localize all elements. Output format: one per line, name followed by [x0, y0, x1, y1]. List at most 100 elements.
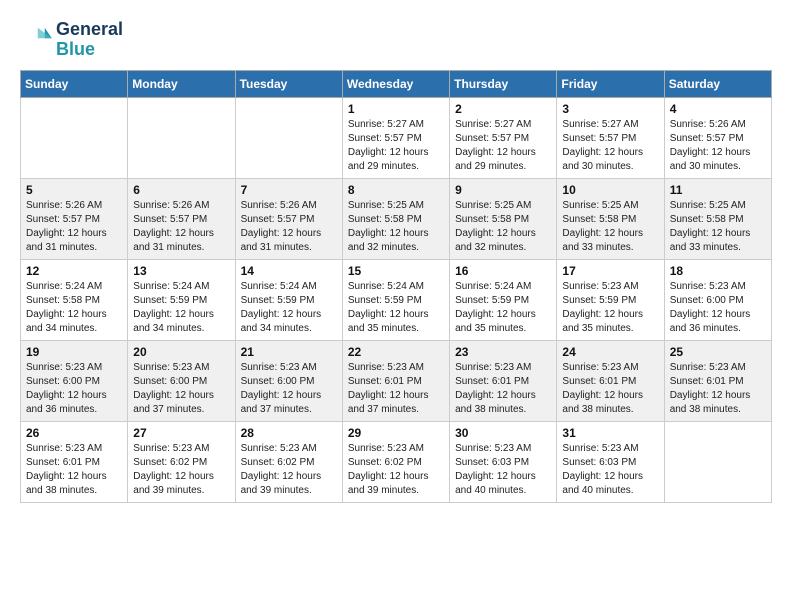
day-number: 3: [562, 102, 658, 116]
day-number: 31: [562, 426, 658, 440]
day-info: Sunrise: 5:25 AM Sunset: 5:58 PM Dayligh…: [670, 199, 766, 255]
day-cell: 13Sunrise: 5:24 AM Sunset: 5:59 PM Dayli…: [128, 259, 235, 340]
day-info: Sunrise: 5:23 AM Sunset: 6:01 PM Dayligh…: [670, 361, 766, 417]
col-header-wednesday: Wednesday: [342, 70, 449, 97]
day-number: 7: [241, 183, 337, 197]
col-header-saturday: Saturday: [664, 70, 771, 97]
day-number: 4: [670, 102, 766, 116]
day-info: Sunrise: 5:26 AM Sunset: 5:57 PM Dayligh…: [133, 199, 229, 255]
day-cell: 29Sunrise: 5:23 AM Sunset: 6:02 PM Dayli…: [342, 421, 449, 502]
day-number: 24: [562, 345, 658, 359]
day-number: 5: [26, 183, 122, 197]
day-cell: 30Sunrise: 5:23 AM Sunset: 6:03 PM Dayli…: [450, 421, 557, 502]
day-cell: 9 Sunrise: 5:25 AM Sunset: 5:58 PM Daylig…: [450, 178, 557, 259]
day-cell: 2 Sunrise: 5:27 AM Sunset: 5:57 PM Daylig…: [450, 97, 557, 178]
day-info: Sunrise: 5:24 AM Sunset: 5:59 PM Dayligh…: [241, 280, 337, 336]
day-info: Sunrise: 5:23 AM Sunset: 6:00 PM Dayligh…: [26, 361, 122, 417]
day-cell: 14 Sunrise: 5:24 AM Sunset: 5:59 PM Dayli…: [235, 259, 342, 340]
day-info: Sunrise: 5:23 AM Sunset: 6:01 PM Dayligh…: [348, 361, 444, 417]
day-number: 2: [455, 102, 551, 116]
day-cell: 6 Sunrise: 5:26 AM Sunset: 5:57 PM Daylig…: [128, 178, 235, 259]
day-number: 21: [241, 345, 337, 359]
day-cell: 24 Sunrise: 5:23 AM Sunset: 6:01 PM Dayli…: [557, 340, 664, 421]
day-cell: 25 Sunrise: 5:23 AM Sunset: 6:01 PM Dayli…: [664, 340, 771, 421]
day-number: 19: [26, 345, 122, 359]
day-info: Sunrise: 5:23 AM Sunset: 6:02 PM Dayligh…: [241, 442, 337, 498]
logo-text: General Blue: [56, 20, 123, 60]
logo: General Blue: [20, 20, 123, 60]
day-cell: 27 Sunrise: 5:23 AM Sunset: 6:02 PM Dayli…: [128, 421, 235, 502]
day-cell: [21, 97, 128, 178]
calendar-table: SundayMondayTuesdayWednesdayThursdayFrid…: [20, 70, 772, 503]
day-number: 14: [241, 264, 337, 278]
day-number: 9: [455, 183, 551, 197]
day-number: 1: [348, 102, 444, 116]
day-cell: 5 Sunrise: 5:26 AM Sunset: 5:57 PM Daylig…: [21, 178, 128, 259]
day-number: 28: [241, 426, 337, 440]
day-number: 27: [133, 426, 229, 440]
day-number: 26: [26, 426, 122, 440]
week-row-1: 1 Sunrise: 5:27 AM Sunset: 5:57 PM Daylig…: [21, 97, 772, 178]
day-number: 8: [348, 183, 444, 197]
day-info: Sunrise: 5:24 AM Sunset: 5:59 PM Dayligh…: [455, 280, 551, 336]
day-info: Sunrise: 5:25 AM Sunset: 5:58 PM Dayligh…: [562, 199, 658, 255]
day-cell: 28 Sunrise: 5:23 AM Sunset: 6:02 PM Dayli…: [235, 421, 342, 502]
logo-icon: [20, 26, 52, 54]
day-number: 16: [455, 264, 551, 278]
day-info: Sunrise: 5:27 AM Sunset: 5:57 PM Dayligh…: [455, 118, 551, 174]
day-info: Sunrise: 5:23 AM Sunset: 6:01 PM Dayligh…: [562, 361, 658, 417]
day-cell: 7 Sunrise: 5:26 AM Sunset: 5:57 PM Daylig…: [235, 178, 342, 259]
day-cell: 3Sunrise: 5:27 AM Sunset: 5:57 PM Daylig…: [557, 97, 664, 178]
day-info: Sunrise: 5:27 AM Sunset: 5:57 PM Dayligh…: [348, 118, 444, 174]
week-row-3: 12Sunrise: 5:24 AM Sunset: 5:58 PM Dayli…: [21, 259, 772, 340]
col-header-tuesday: Tuesday: [235, 70, 342, 97]
day-info: Sunrise: 5:25 AM Sunset: 5:58 PM Dayligh…: [455, 199, 551, 255]
day-cell: [664, 421, 771, 502]
day-info: Sunrise: 5:25 AM Sunset: 5:58 PM Dayligh…: [348, 199, 444, 255]
day-number: 13: [133, 264, 229, 278]
week-row-4: 19 Sunrise: 5:23 AM Sunset: 6:00 PM Dayli…: [21, 340, 772, 421]
day-number: 18: [670, 264, 766, 278]
week-row-5: 26 Sunrise: 5:23 AM Sunset: 6:01 PM Dayli…: [21, 421, 772, 502]
col-header-sunday: Sunday: [21, 70, 128, 97]
day-cell: 20 Sunrise: 5:23 AM Sunset: 6:00 PM Dayli…: [128, 340, 235, 421]
day-cell: 23 Sunrise: 5:23 AM Sunset: 6:01 PM Dayli…: [450, 340, 557, 421]
day-info: Sunrise: 5:23 AM Sunset: 5:59 PM Dayligh…: [562, 280, 658, 336]
header-row: SundayMondayTuesdayWednesdayThursdayFrid…: [21, 70, 772, 97]
day-info: Sunrise: 5:26 AM Sunset: 5:57 PM Dayligh…: [241, 199, 337, 255]
day-number: 17: [562, 264, 658, 278]
day-number: 20: [133, 345, 229, 359]
day-number: 10: [562, 183, 658, 197]
day-cell: 12Sunrise: 5:24 AM Sunset: 5:58 PM Dayli…: [21, 259, 128, 340]
day-info: Sunrise: 5:23 AM Sunset: 6:03 PM Dayligh…: [562, 442, 658, 498]
col-header-monday: Monday: [128, 70, 235, 97]
day-cell: [235, 97, 342, 178]
day-info: Sunrise: 5:23 AM Sunset: 6:00 PM Dayligh…: [670, 280, 766, 336]
day-number: 30: [455, 426, 551, 440]
day-cell: 19 Sunrise: 5:23 AM Sunset: 6:00 PM Dayli…: [21, 340, 128, 421]
day-cell: 21 Sunrise: 5:23 AM Sunset: 6:00 PM Dayli…: [235, 340, 342, 421]
day-cell: 1 Sunrise: 5:27 AM Sunset: 5:57 PM Daylig…: [342, 97, 449, 178]
col-header-thursday: Thursday: [450, 70, 557, 97]
day-cell: 31 Sunrise: 5:23 AM Sunset: 6:03 PM Dayli…: [557, 421, 664, 502]
day-cell: 4Sunrise: 5:26 AM Sunset: 5:57 PM Daylig…: [664, 97, 771, 178]
page-header: General Blue: [20, 20, 772, 60]
day-info: Sunrise: 5:23 AM Sunset: 6:01 PM Dayligh…: [455, 361, 551, 417]
day-number: 25: [670, 345, 766, 359]
day-info: Sunrise: 5:26 AM Sunset: 5:57 PM Dayligh…: [26, 199, 122, 255]
day-cell: 17 Sunrise: 5:23 AM Sunset: 5:59 PM Dayli…: [557, 259, 664, 340]
day-info: Sunrise: 5:23 AM Sunset: 6:00 PM Dayligh…: [133, 361, 229, 417]
day-cell: 26 Sunrise: 5:23 AM Sunset: 6:01 PM Dayli…: [21, 421, 128, 502]
day-number: 22: [348, 345, 444, 359]
day-info: Sunrise: 5:23 AM Sunset: 6:02 PM Dayligh…: [348, 442, 444, 498]
day-number: 6: [133, 183, 229, 197]
day-info: Sunrise: 5:23 AM Sunset: 6:02 PM Dayligh…: [133, 442, 229, 498]
day-number: 12: [26, 264, 122, 278]
day-cell: 22 Sunrise: 5:23 AM Sunset: 6:01 PM Dayli…: [342, 340, 449, 421]
day-info: Sunrise: 5:24 AM Sunset: 5:59 PM Dayligh…: [348, 280, 444, 336]
day-number: 23: [455, 345, 551, 359]
day-info: Sunrise: 5:23 AM Sunset: 6:00 PM Dayligh…: [241, 361, 337, 417]
day-cell: 18 Sunrise: 5:23 AM Sunset: 6:00 PM Dayli…: [664, 259, 771, 340]
day-cell: 16 Sunrise: 5:24 AM Sunset: 5:59 PM Dayli…: [450, 259, 557, 340]
day-info: Sunrise: 5:23 AM Sunset: 6:01 PM Dayligh…: [26, 442, 122, 498]
